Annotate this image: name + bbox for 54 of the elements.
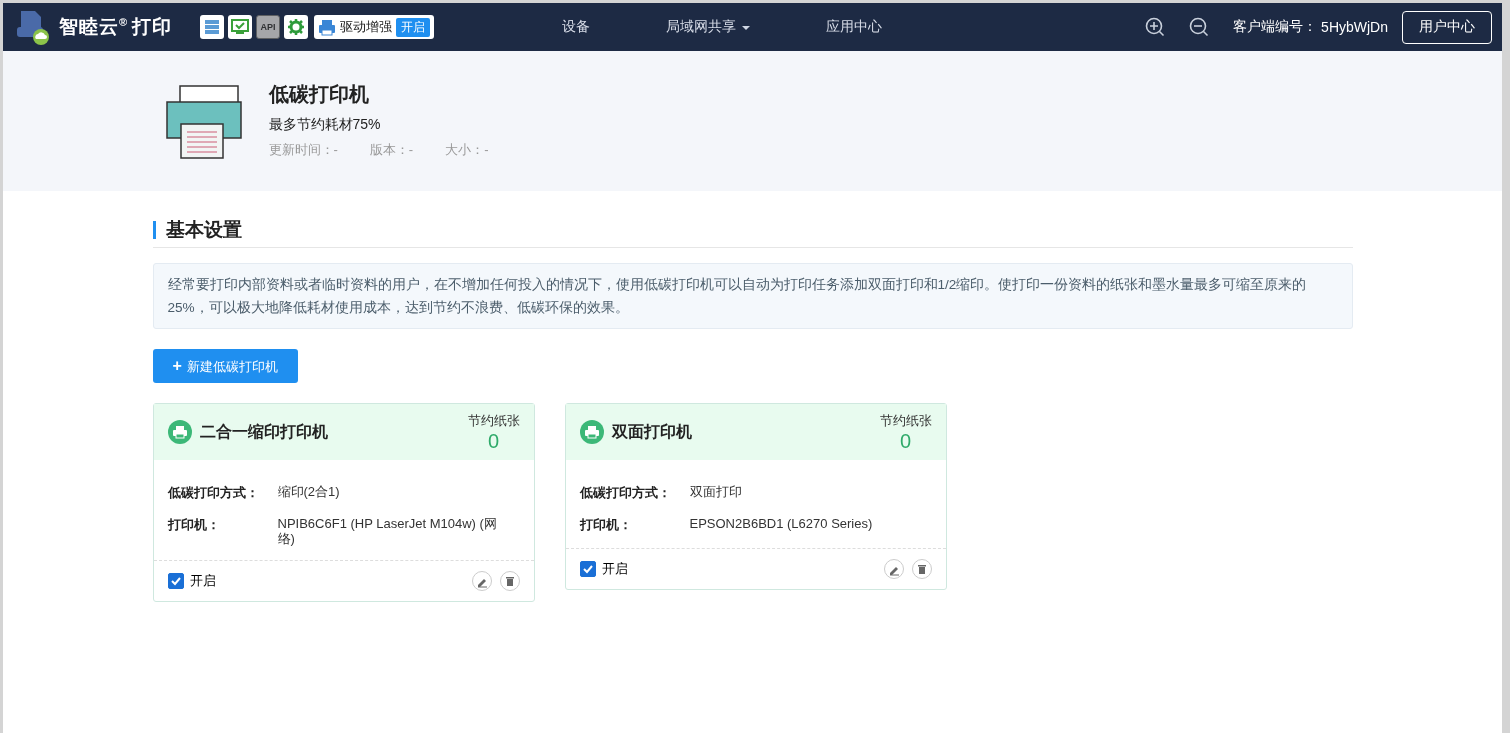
field-label: 打印机： bbox=[579, 516, 633, 534]
card-title: 二合一缩印打印机 bbox=[199, 421, 328, 442]
gear-icon bbox=[286, 17, 307, 37]
field-label: 打印机： bbox=[167, 516, 221, 534]
field-value: NPIB6C6F1 (HP LaserJet M104w) (网络) bbox=[277, 516, 498, 546]
field-value: 双面打印 bbox=[689, 484, 742, 501]
field-value: 缩印(2合1) bbox=[277, 484, 340, 501]
savings-value: 0 bbox=[487, 430, 500, 453]
field-value: EPSON2B6BD1 (L6270 Series) bbox=[689, 516, 873, 533]
user-center-button[interactable]: 用户中心 bbox=[1402, 10, 1492, 44]
monitor-button[interactable] bbox=[228, 15, 253, 39]
product-subtitle: 最多节约耗材75% bbox=[268, 116, 382, 134]
product-meta-text: 大小：- bbox=[445, 141, 489, 159]
section-title: 基本设置 bbox=[152, 221, 1353, 239]
product-meta-text: 版本：- bbox=[369, 141, 414, 159]
server-button[interactable] bbox=[200, 15, 225, 39]
savings-value: 0 bbox=[899, 430, 912, 453]
checkbox[interactable] bbox=[579, 561, 596, 577]
savings-label: 节约纸张 bbox=[467, 412, 520, 430]
zoom-in-button[interactable] bbox=[1145, 17, 1166, 37]
client-id-label: 客户端编号： bbox=[1233, 18, 1318, 36]
field-label: 低碳打印方式： bbox=[579, 484, 672, 502]
edit-button[interactable] bbox=[883, 559, 904, 579]
printer-icon bbox=[318, 18, 337, 36]
driver-enhance-toggle[interactable]: 驱动增强 开启 bbox=[314, 15, 435, 39]
nav-link[interactable]: 设备 bbox=[524, 18, 629, 36]
nav-link[interactable]: 局域网共享 bbox=[628, 18, 789, 36]
delete-button[interactable] bbox=[499, 571, 520, 591]
printer-icon bbox=[579, 420, 604, 444]
checkbox[interactable] bbox=[167, 573, 184, 589]
app-name: 智睦云$^{®}$ bbox=[59, 14, 129, 39]
zoom-out-icon bbox=[1189, 17, 1210, 37]
monitor-icon bbox=[230, 17, 251, 37]
gear-button[interactable] bbox=[284, 15, 309, 39]
card-title: 双面打印机 bbox=[611, 421, 692, 442]
printer-cloud-logo-icon bbox=[15, 9, 51, 45]
checkbox-label: 开启 bbox=[189, 572, 216, 590]
zoom-out-button[interactable] bbox=[1189, 17, 1210, 37]
app-name-suffix: 打印 bbox=[132, 15, 173, 39]
status-badge: 开启 bbox=[396, 17, 431, 37]
driver-enhance-label: 驱动增强 bbox=[340, 18, 393, 36]
caret-icon bbox=[742, 26, 751, 30]
savings-label: 节约纸张 bbox=[879, 412, 932, 430]
edit-button[interactable] bbox=[471, 571, 492, 591]
checkbox-label: 开启 bbox=[601, 560, 628, 578]
product-meta-text: 更新时间：- bbox=[268, 141, 338, 159]
field-label: 低碳打印方式： bbox=[167, 484, 260, 502]
nav-link[interactable]: 应用中心 bbox=[788, 18, 921, 36]
zoom-in-icon bbox=[1145, 17, 1166, 37]
product-title: 低碳打印机 bbox=[268, 82, 370, 107]
printer-icon bbox=[167, 420, 192, 444]
description-text: 经常要打印内部资料或者临时资料的用户，在不增加任何投入的情况下，使用低碳打印机可以自动为打印任务添加双面打印和1/2缩印。使打印一份资料的纸张和墨水量最多可缩至原来的25%，可以极大地降低耗材使用成本，达到节约不浪费、低碳环保的效果。 bbox=[167, 276, 1308, 317]
client-id-value: 5HybWjDn bbox=[1321, 19, 1388, 35]
delete-button[interactable] bbox=[911, 559, 932, 579]
